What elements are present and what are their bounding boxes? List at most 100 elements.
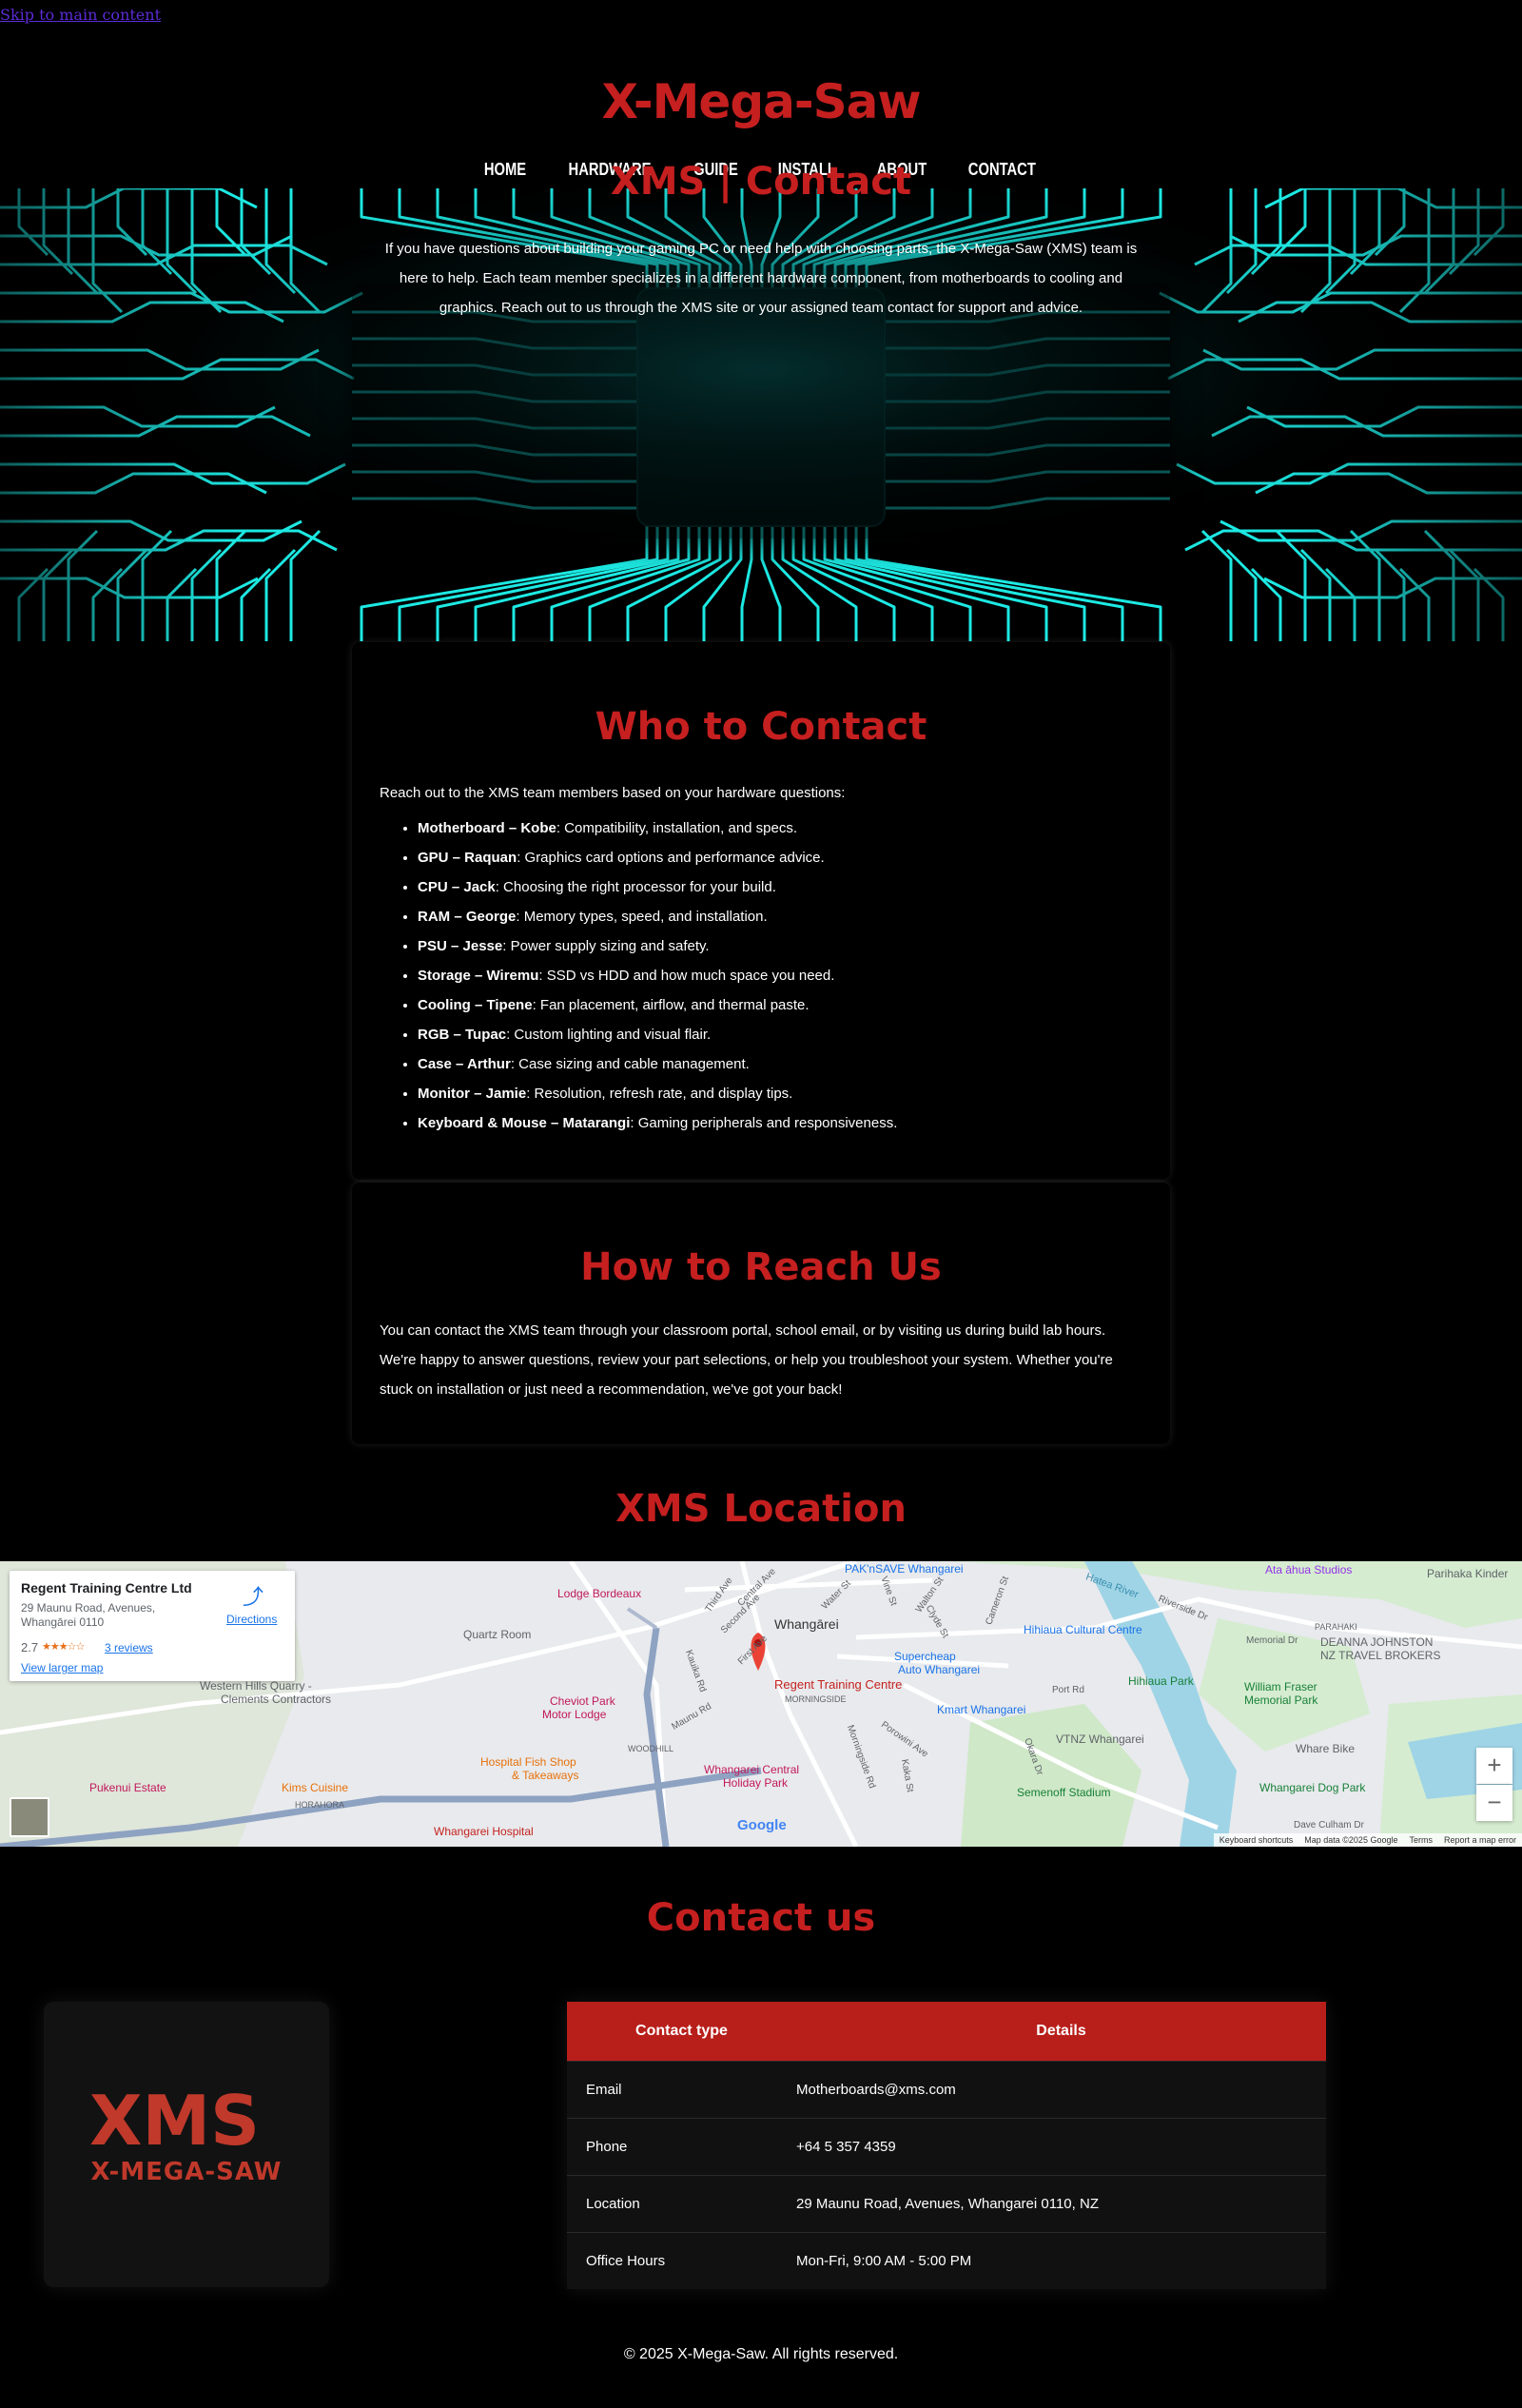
member-name: RAM – George — [418, 909, 517, 925]
place-name: Regent Training Centre Ltd — [21, 1580, 192, 1596]
site-title: X-Mega-Saw — [601, 74, 921, 129]
member-name: Storage – Wiremu — [418, 968, 539, 984]
map-label: Whangarei Dog Park — [1259, 1781, 1366, 1794]
map-label: Ata āhua Studios — [1265, 1563, 1353, 1576]
directions-link[interactable]: Directions — [226, 1613, 277, 1626]
map-label: Holiday Park — [723, 1776, 789, 1790]
member-desc: : Choosing the right processor for your … — [495, 879, 776, 895]
reviews-link[interactable]: 3 reviews — [105, 1641, 153, 1654]
map-label: Motor Lodge — [542, 1708, 607, 1721]
list-item: Monitor – Jamie: Resolution, refresh rat… — [418, 1079, 897, 1108]
contact-title: Contact us — [646, 1896, 876, 1940]
map-label: Whare Bike — [1296, 1742, 1356, 1755]
list-item: PSU – Jesse: Power supply sizing and saf… — [418, 931, 897, 961]
map-label: PAK'nSAVE Whangarei — [845, 1562, 964, 1576]
embedded-map[interactable]: Lodge Bordeaux Whangārei PAK'nSAVE Whang… — [0, 1561, 1522, 1847]
satellite-toggle[interactable] — [10, 1797, 49, 1837]
who-title: Who to Contact — [595, 705, 927, 749]
member-name: Case – Arthur — [418, 1056, 511, 1072]
reach-text: You can contact the XMS team through you… — [380, 1322, 1113, 1398]
map-label: PARAHAKI — [1315, 1622, 1357, 1632]
member-desc: : Fan placement, airflow, and thermal pa… — [532, 997, 810, 1013]
member-desc: : Resolution, refresh rate, and display … — [526, 1086, 793, 1102]
map-label: Whangārei — [774, 1616, 839, 1632]
map-label: Clements Contractors — [221, 1693, 332, 1706]
view-larger-map-link[interactable]: View larger map — [21, 1661, 103, 1674]
map-label: Parihaka Kinder — [1427, 1567, 1509, 1580]
list-item: GPU – Raquan: Graphics card options and … — [418, 843, 897, 872]
place-info-card: Regent Training Centre Ltd 29 Maunu Road… — [10, 1571, 295, 1681]
contact-detail: Mon-Fri, 9:00 AM - 5:00 PM — [796, 2232, 1326, 2289]
contact-type: Location — [567, 2175, 796, 2233]
directions-icon[interactable]: ⤴ — [243, 1580, 263, 1611]
map-label: & Takeaways — [512, 1769, 579, 1782]
contact-detail: 29 Maunu Road, Avenues, Whangarei 0110, … — [796, 2175, 1326, 2233]
contact-detail: +64 5 357 4359 — [796, 2118, 1326, 2176]
member-desc: : SSD vs HDD and how much space you need… — [538, 968, 835, 984]
terms-link[interactable]: Terms — [1409, 1835, 1433, 1845]
member-name: Monitor – Jamie — [418, 1086, 527, 1102]
skip-link[interactable]: Skip to main content — [0, 6, 161, 24]
table-header: Details — [796, 2002, 1326, 2062]
xms-logo: XMS X-MEGA-SAW — [44, 2002, 329, 2287]
map-label: Dave Culham Dr — [1294, 1820, 1364, 1830]
list-item: Storage – Wiremu: SSD vs HDD and how muc… — [418, 961, 897, 990]
how-to-reach-section: How to Reach Us You can contact the XMS … — [352, 1183, 1170, 1444]
list-item: RGB – Tupac: Custom lighting and visual … — [418, 1020, 897, 1049]
list-item: Case – Arthur: Case sizing and cable man… — [418, 1049, 897, 1079]
map-label: Memorial Park — [1244, 1693, 1318, 1707]
map-data-attribution: Map data ©2025 Google — [1304, 1835, 1398, 1845]
map-label: HORAHORA — [295, 1800, 345, 1810]
map-label: MORNINGSIDE — [785, 1694, 847, 1704]
map-label: Whangarei Central — [704, 1763, 800, 1776]
map-label: Pukenui Estate — [89, 1781, 166, 1794]
svg-text:XMS: XMS — [89, 2085, 260, 2152]
map-label: Quartz Room — [463, 1628, 532, 1641]
map-label: William Fraser — [1244, 1680, 1317, 1693]
map-label: Kims Cuisine — [282, 1781, 349, 1794]
contact-detail[interactable]: Motherboards@xms.com — [796, 2061, 1326, 2119]
footer-copyright: © 2025 X-Mega-Saw. All rights reserved. — [623, 2346, 899, 2362]
place-rating: 2.7 — [21, 1640, 39, 1654]
table-header: Contact type — [567, 2002, 796, 2062]
map-label: Whangarei Hospital — [434, 1825, 534, 1838]
member-desc: : Custom lighting and visual flair. — [506, 1027, 712, 1043]
zoom-in-button[interactable]: + — [1476, 1748, 1512, 1784]
member-desc: : Gaming peripherals and responsiveness. — [630, 1115, 898, 1131]
member-desc: : Power supply sizing and safety. — [502, 938, 710, 954]
table-row: Office Hours Mon-Fri, 9:00 AM - 5:00 PM — [567, 2232, 1326, 2289]
keyboard-shortcuts-link[interactable]: Keyboard shortcuts — [1220, 1835, 1294, 1845]
map-marker-label[interactable]: Regent Training Centre — [774, 1677, 902, 1692]
map-label: Memorial Dr — [1246, 1635, 1298, 1646]
map-label: Cheviot Park — [550, 1694, 615, 1708]
contact-type: Office Hours — [567, 2232, 796, 2289]
place-address: 29 Maunu Road, Avenues, Whangārei 0110 — [21, 1601, 156, 1629]
member-name: RGB – Tupac — [418, 1027, 507, 1043]
contact-table: Contact type Details Email Motherboards@… — [567, 2002, 1326, 2289]
member-name: Cooling – Tipene — [418, 997, 533, 1013]
map-label: Western Hills Quarry - — [200, 1679, 312, 1693]
map-label: WOODHILL — [628, 1744, 674, 1753]
table-row: Phone +64 5 357 4359 — [567, 2118, 1326, 2176]
who-lead: Reach out to the XMS team members based … — [380, 785, 846, 801]
zoom-out-button[interactable]: − — [1476, 1785, 1512, 1821]
member-name: PSU – Jesse — [418, 938, 503, 954]
map-label: DEANNA JOHNSTON — [1320, 1635, 1434, 1649]
reach-title: How to Reach Us — [580, 1245, 942, 1289]
hero-title: XMS | Contact — [610, 160, 912, 204]
hero-intro: If you have questions about building you… — [384, 241, 1138, 316]
google-logo: Google — [737, 1817, 787, 1833]
report-map-error-link[interactable]: Report a map error — [1444, 1835, 1516, 1845]
member-name: Keyboard & Mouse – Matarangi — [418, 1115, 631, 1131]
list-item: RAM – George: Memory types, speed, and i… — [418, 902, 897, 931]
list-item: Keyboard & Mouse – Matarangi: Gaming per… — [418, 1108, 897, 1138]
map-label: Semenoff Stadium — [1017, 1786, 1111, 1799]
map-label: Port Rd — [1052, 1685, 1084, 1695]
table-row: Email Motherboards@xms.com — [567, 2061, 1326, 2119]
map-label: Lodge Bordeaux — [557, 1587, 642, 1600]
map-label: Kmart Whangarei — [937, 1703, 1026, 1716]
member-desc: : Compatibility, installation, and specs… — [556, 820, 798, 836]
member-desc: : Graphics card options and performance … — [517, 850, 825, 866]
team-contact-list: Motherboard – Kobe: Compatibility, insta… — [380, 813, 897, 1138]
list-item: CPU – Jack: Choosing the right processor… — [418, 872, 897, 902]
